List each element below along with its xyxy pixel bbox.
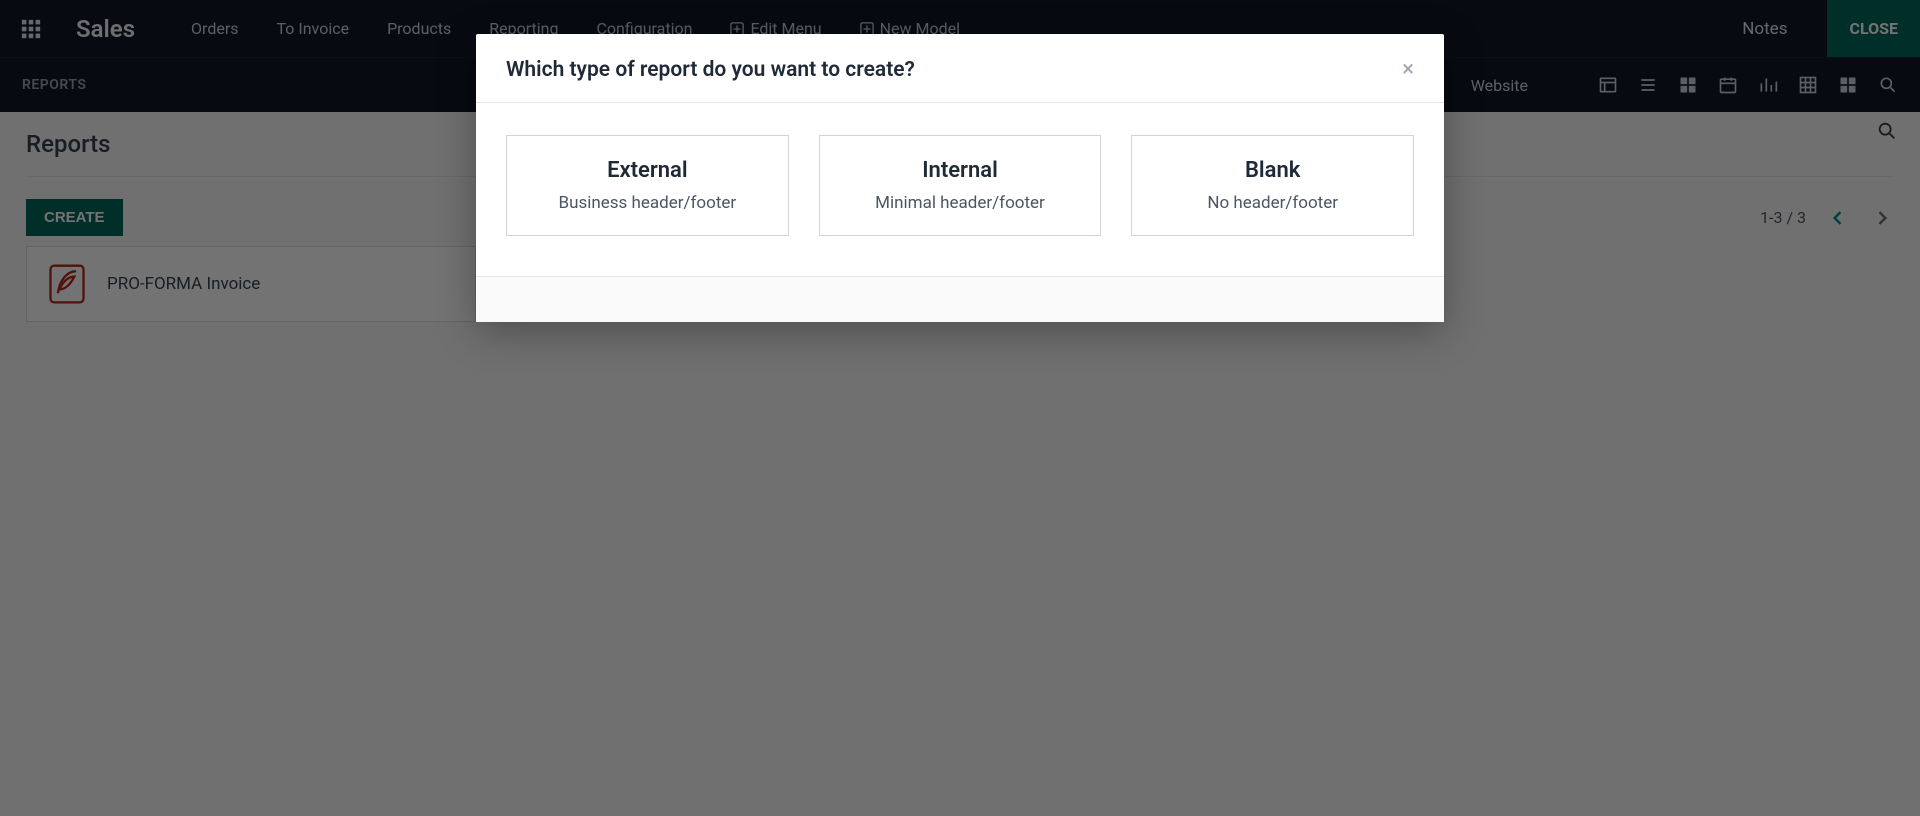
modal-footer [476,276,1444,322]
modal-title: Which type of report do you want to crea… [506,58,915,82]
modal-body: External Business header/footer Internal… [476,103,1444,276]
create-report-modal: Which type of report do you want to crea… [476,34,1444,322]
modal-close-button[interactable]: × [1402,59,1414,81]
report-option-title: Blank [1142,158,1403,183]
report-option-title: Internal [830,158,1091,183]
report-option-subtitle: No header/footer [1142,193,1403,213]
report-option-external[interactable]: External Business header/footer [506,135,789,236]
report-option-internal[interactable]: Internal Minimal header/footer [819,135,1102,236]
report-option-subtitle: Business header/footer [517,193,778,213]
report-option-subtitle: Minimal header/footer [830,193,1091,213]
report-option-blank[interactable]: Blank No header/footer [1131,135,1414,236]
report-option-title: External [517,158,778,183]
modal-header: Which type of report do you want to crea… [476,34,1444,103]
